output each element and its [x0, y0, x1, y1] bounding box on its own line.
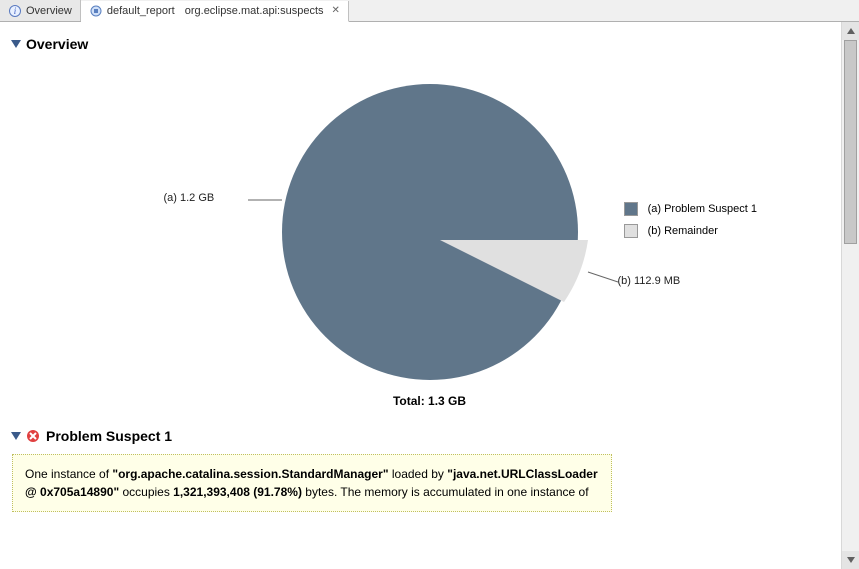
legend-item-b: (b) Remainder — [624, 224, 757, 238]
chevron-up-icon — [847, 28, 855, 34]
pie-chart — [170, 72, 690, 392]
problem-text: occupies — [119, 485, 173, 499]
overview-section-header[interactable]: Overview — [12, 36, 847, 52]
content-area: Overview (a) 1.2 GB (b) 112.9 MB Total: … — [0, 22, 859, 569]
pie-label-a: (a) 1.2 GB — [164, 192, 215, 204]
chevron-down-icon — [847, 557, 855, 563]
tab-default-report[interactable]: default_report org.eclipse.mat.api:suspe… — [81, 1, 349, 22]
legend-item-a: (a) Problem Suspect 1 — [624, 202, 757, 216]
problem-size: 1,321,393,408 (91.78%) — [173, 485, 302, 499]
pie-label-b: (b) 112.9 MB — [618, 275, 681, 287]
problem-heading: Problem Suspect 1 — [46, 428, 172, 444]
legend-swatch-b — [624, 224, 638, 238]
pie-legend: (a) Problem Suspect 1 (b) Remainder — [624, 202, 757, 246]
problem-section-header[interactable]: Problem Suspect 1 — [12, 428, 847, 444]
tab-suspects-label: org.eclipse.mat.api:suspects — [185, 5, 324, 17]
legend-swatch-a — [624, 202, 638, 216]
close-icon[interactable]: ✕ — [332, 5, 340, 16]
tab-overview-label: Overview — [26, 5, 72, 17]
problem-text: One instance of — [25, 467, 112, 481]
problem-text: bytes. The memory is accumulated in one … — [302, 485, 589, 499]
legend-label-b: (b) Remainder — [648, 225, 718, 237]
pie-container: (a) 1.2 GB (b) 112.9 MB Total: 1.3 GB — [170, 72, 690, 412]
problem-class: "org.apache.catalina.session.StandardMan… — [112, 467, 388, 481]
scrollbar-thumb[interactable] — [844, 40, 857, 244]
problem-description: One instance of "org.apache.catalina.ses… — [12, 454, 612, 512]
scrollbar-track[interactable] — [842, 40, 859, 551]
tab-overview[interactable]: i Overview — [0, 0, 81, 21]
scroll-down-button[interactable] — [842, 551, 859, 569]
overview-chart: (a) 1.2 GB (b) 112.9 MB Total: 1.3 GB (a… — [12, 62, 847, 422]
pie-total: Total: 1.3 GB — [170, 394, 690, 408]
report-icon — [89, 4, 103, 18]
chevron-down-icon — [11, 432, 21, 440]
tab-bar: i Overview default_report org.eclipse.ma… — [0, 0, 859, 22]
problem-text: loaded by — [389, 467, 448, 481]
error-icon — [26, 429, 40, 443]
chevron-down-icon — [11, 40, 21, 48]
overview-heading: Overview — [26, 36, 88, 52]
legend-label-a: (a) Problem Suspect 1 — [648, 203, 757, 215]
info-icon: i — [8, 4, 22, 18]
scroll-up-button[interactable] — [842, 22, 859, 40]
vertical-scrollbar[interactable] — [841, 22, 859, 569]
tab-default-report-label: default_report — [107, 5, 175, 17]
